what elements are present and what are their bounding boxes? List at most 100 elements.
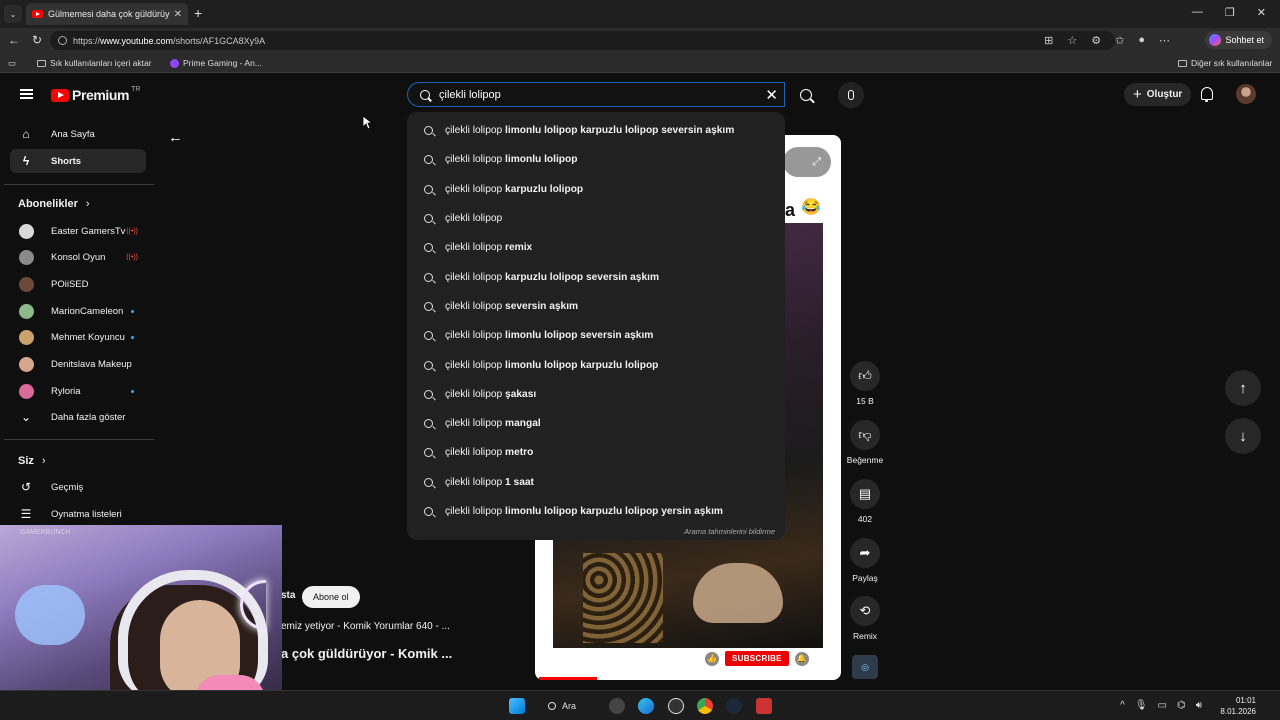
sidebar-item-playlists[interactable]: ☰ Oynatma listeleri: [10, 502, 146, 526]
search-suggestion[interactable]: çilekli lolipop mangal: [407, 409, 785, 438]
search-suggestion[interactable]: çilekli lolipop karpuzlu lolipop: [407, 175, 785, 204]
notifications-bell-icon[interactable]: [1201, 87, 1213, 102]
profile-icon[interactable]: ●: [1138, 34, 1145, 47]
bookmark-other[interactable]: Diğer sık kullanılanlar: [1178, 58, 1272, 68]
favorites-icon[interactable]: ✩: [1115, 34, 1124, 47]
back-icon[interactable]: ←: [8, 33, 20, 47]
subscriptions-header[interactable]: Abonelikler ›: [18, 198, 90, 210]
share-button[interactable]: ➦ Paylaş: [843, 538, 887, 583]
bookmarks-toggle-icon[interactable]: ▭: [8, 58, 16, 69]
more-options-icon[interactable]: ⋯: [1159, 34, 1170, 47]
favorite-star-icon[interactable]: ☆: [1067, 34, 1077, 47]
menu-icon[interactable]: [20, 89, 33, 99]
extensions-icon[interactable]: ⚙: [1091, 34, 1101, 47]
subscriptions-label: Abonelikler: [18, 198, 78, 210]
sidebar-item-channel[interactable]: POiiSED: [10, 272, 146, 296]
voice-search-button[interactable]: [838, 82, 864, 108]
search-suggestion[interactable]: çilekli lolipop remix: [407, 233, 785, 262]
tab-actions-menu-button[interactable]: ⌄: [4, 5, 22, 23]
url-field[interactable]: https://www.youtube.com/shorts/AF1GCA8Xy…: [50, 31, 1115, 50]
search-suggestion[interactable]: çilekli lolipop karpuzlu lolipop seversi…: [407, 262, 785, 291]
sidebar-item-channel[interactable]: Denitslava Makeup: [10, 353, 146, 377]
minimize-icon[interactable]: —: [1192, 6, 1203, 19]
chrome-icon[interactable]: [697, 698, 713, 714]
channel-avatar: [19, 383, 34, 399]
volume-icon[interactable]: 🔊︎: [1196, 700, 1202, 711]
steam-icon[interactable]: [726, 698, 742, 714]
search-suggestion[interactable]: çilekli lolipop şakası: [407, 380, 785, 409]
show-hidden-icons-icon[interactable]: ^: [1120, 700, 1125, 711]
taskbar-clock[interactable]: 01:01 8.01.2026: [1220, 695, 1256, 717]
search-input[interactable]: [439, 88, 749, 101]
suggestion-query: çilekli lolipop: [445, 476, 503, 488]
sidebar-item-channel[interactable]: Easter GamersTv ((•)): [10, 219, 146, 243]
search-button[interactable]: [786, 82, 826, 107]
search-suggestion[interactable]: çilekli lolipop limonlu lolipop seversin…: [407, 321, 785, 350]
app-icon[interactable]: [668, 698, 684, 714]
account-avatar[interactable]: [1236, 84, 1256, 104]
sidebar-item-label: Daha fazla göster: [51, 411, 126, 423]
display-tray-icon[interactable]: ▭: [1158, 700, 1167, 711]
fullscreen-icon[interactable]: ⤢: [783, 147, 831, 177]
create-button[interactable]: + Oluştur: [1124, 83, 1192, 106]
sidebar-item-channel[interactable]: MarionCameleon: [10, 299, 146, 323]
suggestion-query: çilekli lolipop: [445, 330, 503, 342]
microphone-tray-icon[interactable]: 🎙︎: [1135, 700, 1148, 711]
sidebar-item-channel[interactable]: Mehmet Koyuncu: [10, 326, 146, 350]
copilot-chat-button[interactable]: Sohbet et: [1205, 31, 1272, 49]
video-title[interactable]: a çok güldürüyor - Komik ...: [281, 646, 452, 661]
refresh-icon[interactable]: ↻: [32, 33, 42, 47]
sidebar-item-history[interactable]: ↺ Geçmiş: [10, 475, 146, 499]
task-view-icon[interactable]: [609, 698, 625, 714]
sidebar-item-home[interactable]: ⌂ Ana Sayfa: [10, 122, 146, 146]
video-progress-bar[interactable]: [539, 677, 597, 680]
logo-word: Premium: [72, 87, 130, 103]
app-available-icon[interactable]: ⊞: [1044, 34, 1053, 47]
restore-icon[interactable]: ❐: [1225, 6, 1235, 19]
taskbar-search[interactable]: Ara: [548, 697, 576, 715]
remix-button[interactable]: ⟲ Remix: [843, 596, 887, 641]
search-suggestion[interactable]: çilekli lolipop 1 saat: [407, 468, 785, 497]
search-icon: [424, 507, 433, 516]
clear-search-icon[interactable]: ✕: [765, 86, 778, 104]
sidebar-item-shorts[interactable]: ϟ Shorts: [10, 149, 146, 173]
sidebar-item-channel[interactable]: Konsol Oyun ((•)): [10, 246, 146, 270]
search-suggestion[interactable]: çilekli lolipop seversin aşkım: [407, 292, 785, 321]
channel-name[interactable]: sta: [281, 590, 295, 601]
like-button[interactable]: 👍︎ 15 B: [843, 361, 887, 406]
next-short-button[interactable]: ↓: [1225, 418, 1261, 454]
search-suggestion[interactable]: çilekli lolipop limonlu lolipop karpuzlu…: [407, 350, 785, 379]
back-arrow-icon[interactable]: ←: [168, 129, 183, 146]
start-menu-icon[interactable]: [509, 698, 525, 714]
search-suggestion[interactable]: çilekli lolipop metro: [407, 438, 785, 467]
new-tab-button[interactable]: +: [194, 5, 202, 21]
channel-thumbnail[interactable]: ◎: [852, 655, 878, 679]
close-tab-icon[interactable]: ✕: [174, 9, 182, 20]
search-icon: [420, 89, 430, 100]
search-suggestion[interactable]: çilekli lolipop: [407, 204, 785, 233]
previous-short-button[interactable]: ↑: [1225, 370, 1261, 406]
search-suggestion[interactable]: çilekli lolipop limonlu lolipop: [407, 145, 785, 174]
voicemeeter-icon[interactable]: [756, 698, 772, 714]
search-suggestion[interactable]: çilekli lolipop limonlu lolipop karpuzlu…: [407, 116, 785, 145]
close-window-icon[interactable]: ✕: [1257, 6, 1266, 19]
subscribe-button[interactable]: Abone ol: [302, 586, 360, 608]
site-info-icon[interactable]: [58, 36, 67, 45]
you-header[interactable]: Siz ›: [18, 455, 46, 467]
bookmark-prime-label: Prime Gaming - An...: [183, 58, 262, 68]
channel-name-label: Mehmet Koyuncu: [51, 332, 125, 344]
channel-name-label: Konsol Oyun: [51, 252, 106, 264]
show-more-button[interactable]: ⌄ Daha fazla göster: [10, 405, 146, 429]
report-predictions-link[interactable]: Arama tahminlerini bildirme: [684, 527, 775, 536]
sidebar-item-channel[interactable]: Ryloria: [10, 379, 146, 403]
bookmark-prime-gaming[interactable]: Prime Gaming - An...: [170, 58, 262, 68]
suggestion-query: çilekli lolipop: [445, 359, 503, 371]
browser-tab-active[interactable]: Gülmemesi daha çok güldürüyor ✕: [26, 3, 188, 25]
search-suggestion[interactable]: çilekli lolipop limonlu lolipop karpuzlu…: [407, 497, 785, 526]
network-icon[interactable]: ⌬: [1177, 700, 1186, 711]
bookmark-import[interactable]: Sık kullanılanları içeri aktar: [37, 58, 152, 68]
comments-button[interactable]: ▤ 402: [843, 479, 887, 524]
youtube-premium-logo[interactable]: Premium TR: [51, 86, 140, 103]
dislike-button[interactable]: 👎︎ Beğenme: [843, 420, 887, 465]
edge-browser-icon[interactable]: [638, 698, 654, 714]
